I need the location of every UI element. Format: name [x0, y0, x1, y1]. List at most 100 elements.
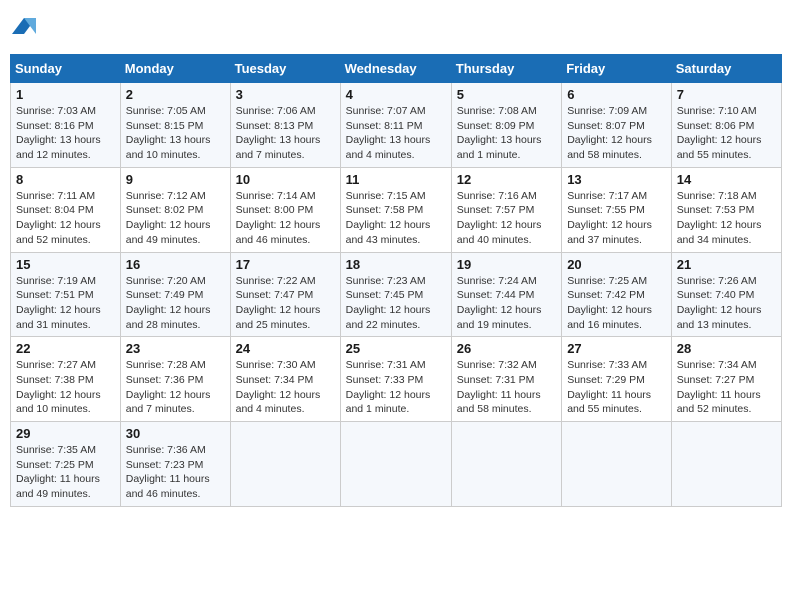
logo-icon — [10, 14, 40, 42]
day-info: Sunrise: 7:24 AM Sunset: 7:44 PM Dayligh… — [457, 274, 556, 333]
col-header-sunday: Sunday — [11, 55, 121, 83]
day-cell: 15 Sunrise: 7:19 AM Sunset: 7:51 PM Dayli… — [11, 252, 121, 337]
day-info: Sunrise: 7:16 AM Sunset: 7:57 PM Dayligh… — [457, 189, 556, 248]
day-cell: 30Sunrise: 7:36 AM Sunset: 7:23 PM Dayli… — [120, 422, 230, 507]
day-info: Sunrise: 7:20 AM Sunset: 7:49 PM Dayligh… — [126, 274, 225, 333]
day-info: Sunrise: 7:33 AM Sunset: 7:29 PM Dayligh… — [567, 358, 666, 417]
day-info: Sunrise: 7:09 AM Sunset: 8:07 PM Dayligh… — [567, 104, 666, 163]
day-info: Sunrise: 7:31 AM Sunset: 7:33 PM Dayligh… — [346, 358, 446, 417]
day-info: Sunrise: 7:25 AM Sunset: 7:42 PM Dayligh… — [567, 274, 666, 333]
day-cell: 9Sunrise: 7:12 AM Sunset: 8:02 PM Daylig… — [120, 167, 230, 252]
day-cell: 18 Sunrise: 7:23 AM Sunset: 7:45 PM Dayli… — [340, 252, 451, 337]
day-info: Sunrise: 7:19 AM Sunset: 7:51 PM Dayligh… — [16, 274, 115, 333]
day-number: 28 — [677, 341, 776, 356]
day-cell: 2 Sunrise: 7:05 AM Sunset: 8:15 PM Daylig… — [120, 83, 230, 168]
day-number: 16 — [126, 257, 225, 272]
day-cell: 3 Sunrise: 7:06 AM Sunset: 8:13 PM Daylig… — [230, 83, 340, 168]
day-cell: 6 Sunrise: 7:09 AM Sunset: 8:07 PM Daylig… — [562, 83, 672, 168]
day-number: 15 — [16, 257, 115, 272]
day-cell: 11Sunrise: 7:15 AM Sunset: 7:58 PM Dayli… — [340, 167, 451, 252]
day-cell: 28 Sunrise: 7:34 AM Sunset: 7:27 PM Dayli… — [671, 337, 781, 422]
day-cell: 19 Sunrise: 7:24 AM Sunset: 7:44 PM Dayli… — [451, 252, 561, 337]
day-info: Sunrise: 7:27 AM Sunset: 7:38 PM Dayligh… — [16, 358, 115, 417]
logo — [10, 14, 44, 42]
day-number: 13 — [567, 172, 666, 187]
day-number: 8 — [16, 172, 115, 187]
day-cell: 14 Sunrise: 7:18 AM Sunset: 7:53 PM Dayli… — [671, 167, 781, 252]
day-cell: 10Sunrise: 7:14 AM Sunset: 8:00 PM Dayli… — [230, 167, 340, 252]
day-number: 23 — [126, 341, 225, 356]
day-info: Sunrise: 7:07 AM Sunset: 8:11 PM Dayligh… — [346, 104, 446, 163]
day-info: Sunrise: 7:03 AM Sunset: 8:16 PM Dayligh… — [16, 104, 115, 163]
day-number: 4 — [346, 87, 446, 102]
day-cell: 13 Sunrise: 7:17 AM Sunset: 7:55 PM Dayli… — [562, 167, 672, 252]
day-info: Sunrise: 7:12 AM Sunset: 8:02 PM Dayligh… — [126, 189, 225, 248]
day-cell: 5 Sunrise: 7:08 AM Sunset: 8:09 PM Daylig… — [451, 83, 561, 168]
day-number: 26 — [457, 341, 556, 356]
day-info: Sunrise: 7:11 AM Sunset: 8:04 PM Dayligh… — [16, 189, 115, 248]
day-cell — [562, 422, 672, 507]
day-info: Sunrise: 7:22 AM Sunset: 7:47 PM Dayligh… — [236, 274, 335, 333]
day-cell: 16 Sunrise: 7:20 AM Sunset: 7:49 PM Dayli… — [120, 252, 230, 337]
col-header-wednesday: Wednesday — [340, 55, 451, 83]
day-number: 3 — [236, 87, 335, 102]
header-row: SundayMondayTuesdayWednesdayThursdayFrid… — [11, 55, 782, 83]
day-cell: 17 Sunrise: 7:22 AM Sunset: 7:47 PM Dayli… — [230, 252, 340, 337]
day-cell: 7Sunrise: 7:10 AM Sunset: 8:06 PM Daylig… — [671, 83, 781, 168]
day-cell: 24 Sunrise: 7:30 AM Sunset: 7:34 PM Dayli… — [230, 337, 340, 422]
day-number: 12 — [457, 172, 556, 187]
day-info: Sunrise: 7:32 AM Sunset: 7:31 PM Dayligh… — [457, 358, 556, 417]
day-cell: 4 Sunrise: 7:07 AM Sunset: 8:11 PM Daylig… — [340, 83, 451, 168]
day-info: Sunrise: 7:34 AM Sunset: 7:27 PM Dayligh… — [677, 358, 776, 417]
week-row-2: 8 Sunrise: 7:11 AM Sunset: 8:04 PM Daylig… — [11, 167, 782, 252]
day-cell: 22 Sunrise: 7:27 AM Sunset: 7:38 PM Dayli… — [11, 337, 121, 422]
day-number: 20 — [567, 257, 666, 272]
day-number: 27 — [567, 341, 666, 356]
week-row-3: 15 Sunrise: 7:19 AM Sunset: 7:51 PM Dayli… — [11, 252, 782, 337]
day-cell: 27 Sunrise: 7:33 AM Sunset: 7:29 PM Dayli… — [562, 337, 672, 422]
day-number: 25 — [346, 341, 446, 356]
day-info: Sunrise: 7:08 AM Sunset: 8:09 PM Dayligh… — [457, 104, 556, 163]
day-info: Sunrise: 7:35 AM Sunset: 7:25 PM Dayligh… — [16, 443, 115, 502]
day-cell: 21Sunrise: 7:26 AM Sunset: 7:40 PM Dayli… — [671, 252, 781, 337]
day-cell: 26 Sunrise: 7:32 AM Sunset: 7:31 PM Dayli… — [451, 337, 561, 422]
day-number: 14 — [677, 172, 776, 187]
day-number: 24 — [236, 341, 335, 356]
week-row-1: 1 Sunrise: 7:03 AM Sunset: 8:16 PM Daylig… — [11, 83, 782, 168]
col-header-thursday: Thursday — [451, 55, 561, 83]
day-cell: 29 Sunrise: 7:35 AM Sunset: 7:25 PM Dayli… — [11, 422, 121, 507]
day-info: Sunrise: 7:23 AM Sunset: 7:45 PM Dayligh… — [346, 274, 446, 333]
day-info: Sunrise: 7:14 AM Sunset: 8:00 PM Dayligh… — [236, 189, 335, 248]
day-info: Sunrise: 7:05 AM Sunset: 8:15 PM Dayligh… — [126, 104, 225, 163]
day-number: 1 — [16, 87, 115, 102]
day-info: Sunrise: 7:18 AM Sunset: 7:53 PM Dayligh… — [677, 189, 776, 248]
day-info: Sunrise: 7:28 AM Sunset: 7:36 PM Dayligh… — [126, 358, 225, 417]
week-row-4: 22 Sunrise: 7:27 AM Sunset: 7:38 PM Dayli… — [11, 337, 782, 422]
day-number: 2 — [126, 87, 225, 102]
day-cell — [451, 422, 561, 507]
day-info: Sunrise: 7:17 AM Sunset: 7:55 PM Dayligh… — [567, 189, 666, 248]
day-number: 5 — [457, 87, 556, 102]
col-header-monday: Monday — [120, 55, 230, 83]
day-number: 29 — [16, 426, 115, 441]
day-number: 19 — [457, 257, 556, 272]
day-info: Sunrise: 7:30 AM Sunset: 7:34 PM Dayligh… — [236, 358, 335, 417]
day-number: 18 — [346, 257, 446, 272]
day-number: 22 — [16, 341, 115, 356]
col-header-tuesday: Tuesday — [230, 55, 340, 83]
day-number: 7 — [677, 87, 776, 102]
day-number: 11 — [346, 172, 446, 187]
day-number: 17 — [236, 257, 335, 272]
day-info: Sunrise: 7:06 AM Sunset: 8:13 PM Dayligh… — [236, 104, 335, 163]
day-number: 21 — [677, 257, 776, 272]
day-number: 30 — [126, 426, 225, 441]
col-header-friday: Friday — [562, 55, 672, 83]
day-cell: 20 Sunrise: 7:25 AM Sunset: 7:42 PM Dayli… — [562, 252, 672, 337]
day-cell — [671, 422, 781, 507]
day-number: 6 — [567, 87, 666, 102]
day-cell — [340, 422, 451, 507]
week-row-5: 29 Sunrise: 7:35 AM Sunset: 7:25 PM Dayli… — [11, 422, 782, 507]
calendar-table: SundayMondayTuesdayWednesdayThursdayFrid… — [10, 54, 782, 507]
day-cell: 25 Sunrise: 7:31 AM Sunset: 7:33 PM Dayli… — [340, 337, 451, 422]
col-header-saturday: Saturday — [671, 55, 781, 83]
